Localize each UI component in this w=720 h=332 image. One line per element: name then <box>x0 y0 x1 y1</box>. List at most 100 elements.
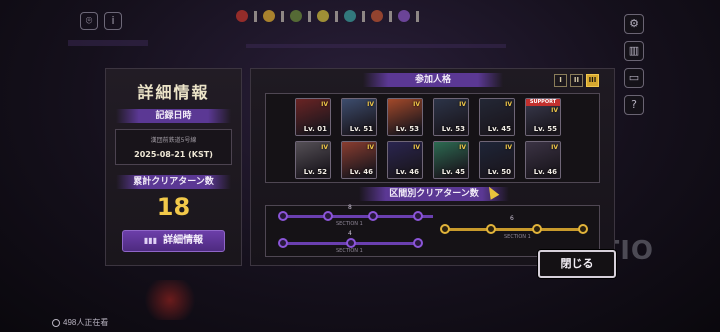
hud-status-icon <box>263 10 275 22</box>
track-node <box>346 238 356 248</box>
participants-panel: 参加人格 I II III IV Lv. 01 IV Lv. 51 IV Lv. 53 IV Lv… <box>250 68 615 266</box>
character-card[interactable]: IV Lv. 50 <box>479 141 515 179</box>
track-node <box>486 224 496 234</box>
section-caption: SECTION 1 <box>336 221 363 227</box>
character-card[interactable]: IV Lv. 51 <box>341 98 377 136</box>
character-card[interactable]: IV Lv. 53 <box>433 98 469 136</box>
character-card[interactable]: IV Lv. 45 <box>479 98 515 136</box>
character-card[interactable]: IV Lv. 53 <box>387 98 423 136</box>
character-rank: IV <box>505 101 512 108</box>
hud-status-icon <box>236 10 248 22</box>
side-menu: ⚙ ▥ ▭ ? <box>624 14 644 115</box>
hud-divider <box>362 10 365 22</box>
character-level: Lv. 52 <box>303 168 327 176</box>
record-info-box: 漢団前鉄道5号線 2025-08-21 (KST) <box>115 129 232 165</box>
info-corner-icon[interactable]: i <box>104 12 122 30</box>
character-level: Lv. 45 <box>441 168 465 176</box>
section-track-gold <box>446 228 586 231</box>
character-card[interactable]: IV Lv. 46 <box>525 141 561 179</box>
section-caption: SECTION 1 <box>504 234 531 240</box>
character-rank: IV <box>367 144 374 151</box>
track-node <box>323 211 333 221</box>
page-tabs: I II III <box>554 74 599 87</box>
hud-status-icon <box>344 10 356 22</box>
character-rank: IV <box>459 101 466 108</box>
track-node <box>278 211 288 221</box>
track-node <box>413 238 423 248</box>
character-level: Lv. 46 <box>395 168 419 176</box>
character-card[interactable]: IV Lv. 46 <box>387 141 423 179</box>
character-level: Lv. 46 <box>533 168 557 176</box>
character-level: Lv. 01 <box>303 125 327 133</box>
viewer-count-text: 498人正在看 <box>63 318 109 327</box>
track-node <box>532 224 542 234</box>
help-icon[interactable]: ? <box>624 95 644 115</box>
character-grid: IV Lv. 01 IV Lv. 51 IV Lv. 53 IV Lv. 53 IV Lv. 45… <box>295 98 561 179</box>
character-rank: IV <box>413 101 420 108</box>
hud-divider <box>416 10 419 22</box>
detail-info-panel: 詳細情報 記録日時 漢団前鉄道5号線 2025-08-21 (KST) 累計クリ… <box>105 68 242 266</box>
character-rank: IV <box>413 144 420 151</box>
chart-icon[interactable]: ▥ <box>624 41 644 61</box>
character-rank: IV <box>551 107 558 114</box>
track-node <box>578 224 588 234</box>
character-rank: IV <box>459 144 466 151</box>
track-node <box>413 211 423 221</box>
character-rank: IV <box>551 144 558 151</box>
character-card[interactable]: IV Lv. 52 <box>295 141 331 179</box>
party-box: IV Lv. 01 IV Lv. 51 IV Lv. 53 IV Lv. 53 IV Lv. 45… <box>265 93 600 183</box>
character-level: Lv. 45 <box>487 125 511 133</box>
character-rank: IV <box>321 144 328 151</box>
page-tab-2[interactable]: II <box>570 74 583 87</box>
hud-divider <box>335 10 338 22</box>
character-card[interactable]: IV Lv. 45 <box>433 141 469 179</box>
close-button[interactable]: 閉じる <box>538 250 616 278</box>
track-node <box>440 224 450 234</box>
panel-title: 詳細情報 <box>137 83 210 102</box>
section-caption: SECTION 1 <box>336 248 363 254</box>
hud-divider <box>308 10 311 22</box>
character-card[interactable]: SUPPORT IV Lv. 55 <box>525 98 561 136</box>
background-red-flower <box>140 280 200 320</box>
route-name: 漢団前鉄道5号線 <box>150 137 197 144</box>
folder-icon[interactable]: ▭ <box>624 68 644 88</box>
settings-corner-icon[interactable]: ⌾ <box>80 12 98 30</box>
viewer-count: 498人正在看 <box>52 317 108 328</box>
track-node <box>368 211 378 221</box>
page-tab-1[interactable]: I <box>554 74 567 87</box>
hud-status-icon <box>371 10 383 22</box>
character-rank: IV <box>505 144 512 151</box>
track-node <box>278 238 288 248</box>
character-rank: IV <box>321 101 328 108</box>
participants-label: 参加人格 <box>363 73 503 87</box>
character-card[interactable]: IV Lv. 46 <box>341 141 377 179</box>
support-badge: SUPPORT <box>526 99 560 106</box>
character-level: Lv. 53 <box>441 125 465 133</box>
record-date: 2025-08-21 (KST) <box>134 150 213 159</box>
character-card[interactable]: IV Lv. 01 <box>295 98 331 136</box>
gear-icon[interactable]: ⚙ <box>624 14 644 34</box>
record-date-label: 記録日時 <box>116 109 231 123</box>
hud-status-icon <box>317 10 329 22</box>
section-number: 8 <box>348 204 352 211</box>
hud-status-icon <box>290 10 302 22</box>
section-number: 6 <box>510 215 514 222</box>
character-level: Lv. 55 <box>533 125 557 133</box>
page-tab-3[interactable]: III <box>586 74 599 87</box>
character-level: Lv. 50 <box>487 168 511 176</box>
hud-status-icon <box>398 10 410 22</box>
bar-chart-icon: ▮▮▮ <box>143 236 158 245</box>
character-level: Lv. 53 <box>395 125 419 133</box>
detail-info-button[interactable]: ▮▮▮ 詳細情報 <box>122 230 225 252</box>
cumulative-turns-label: 累計クリアターン数 <box>116 175 231 189</box>
section-number: 4 <box>348 230 352 237</box>
hud-divider <box>281 10 284 22</box>
total-turn-count: 18 <box>156 193 191 221</box>
top-hud <box>236 6 486 26</box>
character-rank: IV <box>367 101 374 108</box>
detail-button-label: 詳細情報 <box>163 235 204 246</box>
eye-icon <box>52 318 60 327</box>
background-stripe <box>246 44 506 48</box>
section-track-purple <box>283 215 433 218</box>
background-stripe <box>68 40 148 46</box>
